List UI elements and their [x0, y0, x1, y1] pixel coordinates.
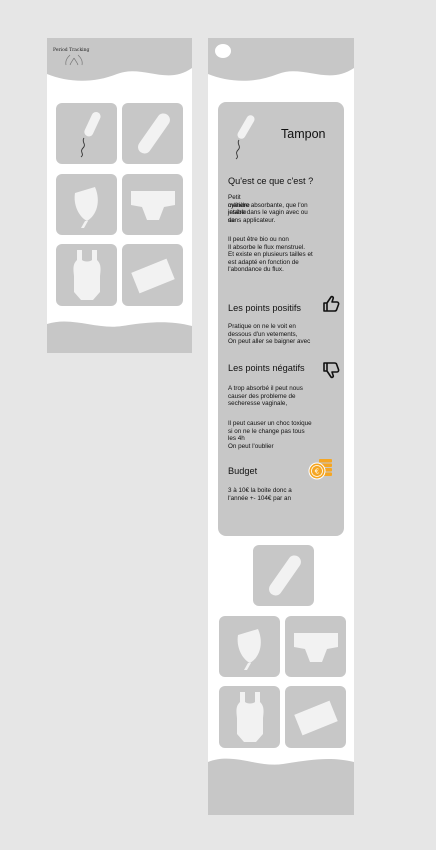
period-underwear-icon [130, 190, 175, 220]
cloth-tile[interactable] [285, 686, 346, 748]
section-positive-heading: Les points positifs [228, 303, 302, 313]
pad-icon [268, 554, 301, 595]
cup-tile[interactable] [219, 616, 280, 677]
text-line: l'abondance du flux. [228, 266, 284, 274]
tampon-icon [235, 115, 255, 160]
pad-tile[interactable] [122, 103, 183, 164]
right-screen: Tampon Qu'est ce que c'est ? Petit cylin… [208, 38, 354, 815]
coins-icon: € [308, 459, 332, 480]
text-line: matière absorbante, que l'on [228, 201, 308, 209]
text-line: secheresse vaginale, [228, 400, 288, 408]
tampon-tile[interactable] [56, 103, 117, 164]
section-what-heading: Qu'est ce que c'est ? [228, 176, 314, 186]
menstrual-cup-icon [237, 628, 261, 670]
thumbs-up-icon [323, 295, 340, 312]
tampon-icon [80, 111, 101, 157]
cloth-pad-icon [293, 700, 338, 736]
thumbs-down-icon [323, 362, 340, 379]
pad-icon [137, 112, 170, 153]
text-line: Et existe en plusieurs tailles et [228, 251, 313, 259]
text-line: insère dans le vagin avec ou [228, 209, 308, 217]
underwear-tile[interactable] [122, 174, 183, 235]
text-line: si on ne le change pas tous [228, 427, 305, 435]
text-line: On peut aller se baigner avec [228, 338, 311, 346]
text-line: dessous d'un vetements, [228, 330, 298, 338]
bodysuit-tile[interactable] [56, 244, 117, 306]
text-line: sans applicateur. [228, 216, 276, 224]
text-line: causer des probleme de [228, 392, 296, 400]
menstrual-cup-icon [74, 186, 98, 228]
bottom-wave [47, 321, 192, 353]
text-line: Il peut causer un choc toxique [228, 420, 312, 427]
underwear-tile[interactable] [285, 616, 346, 677]
menu-circle[interactable] [215, 44, 231, 58]
text-line: A trop absorbé il peut nous [228, 385, 303, 392]
text-line: Pratique on ne le voit en [228, 323, 296, 330]
pad-tile[interactable] [253, 545, 314, 606]
cloth-pad-icon [130, 258, 175, 294]
top-wave [208, 38, 354, 81]
cloth-tile[interactable] [122, 244, 183, 306]
left-screen: Period Tracking [47, 38, 192, 353]
bodysuit-tile[interactable] [219, 686, 280, 748]
text-line: l'année +- 104€ par an [228, 494, 291, 502]
bodysuit-icon [235, 692, 264, 742]
bodysuit-icon [72, 250, 101, 300]
card-title: Tampon [281, 127, 326, 141]
bottom-wave [208, 758, 354, 815]
text-line: 3 à 10€ la boite donc a [228, 487, 292, 494]
svg-text:€: € [315, 468, 319, 476]
text-line: Il peut être bio ou non [228, 236, 289, 243]
logo: Period Tracking [53, 48, 98, 68]
hands-icon [65, 54, 83, 66]
cup-tile[interactable] [56, 174, 117, 235]
text-line: est adapté en fonction de [228, 258, 299, 266]
period-underwear-icon [293, 632, 338, 662]
text-line: les 4h [228, 435, 245, 443]
text-line: Il absorbe le flux menstruel. [228, 243, 305, 251]
section-budget-heading: Budget [228, 466, 258, 476]
text-line: On peut l'oublier [228, 442, 274, 450]
section-negative-heading: Les points négatifs [228, 363, 305, 373]
tampon-info-card: Tampon Qu'est ce que c'est ? Petit cylin… [218, 102, 344, 536]
